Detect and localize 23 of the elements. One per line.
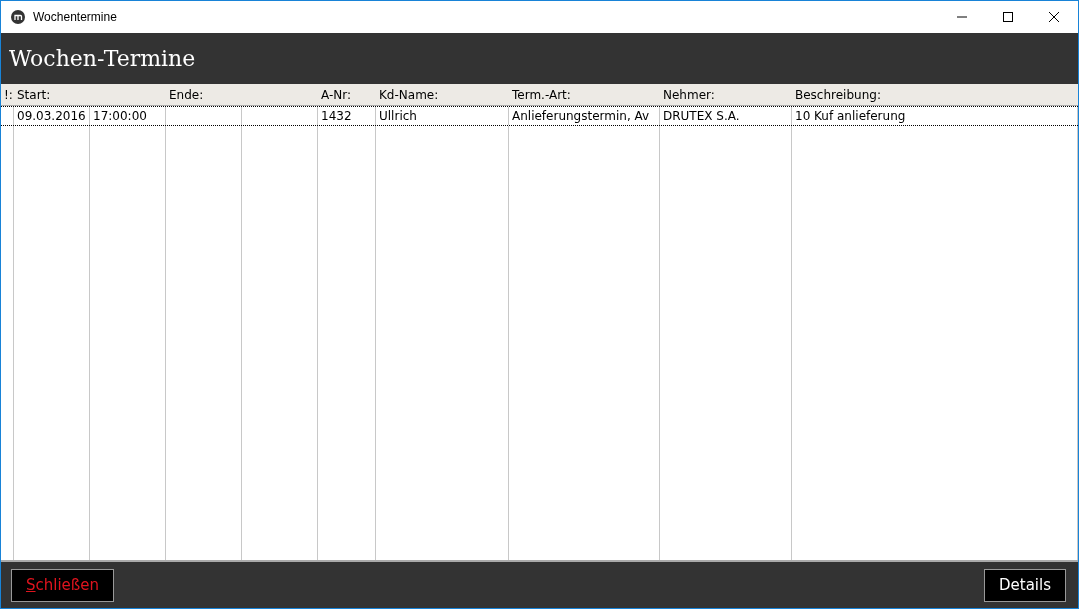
column-header: A-Nr: (320, 87, 353, 102)
column-header: Beschreibung: (794, 87, 882, 102)
close-button[interactable]: Schließen (11, 568, 115, 602)
column-header: Term.-Art: (511, 87, 572, 102)
column-header: Start: (16, 87, 52, 102)
window-title: Wochentermine (33, 10, 117, 24)
column-header: Ende: (168, 87, 205, 102)
table-cell: 10 Kuf anlieferung (792, 107, 1078, 125)
column-header: Nehmer: (662, 87, 716, 102)
page-heading: Wochen-Termine (9, 46, 196, 71)
table-cell: 1432 (318, 107, 376, 125)
column-header: Kd-Name: (378, 87, 440, 102)
maximize-icon[interactable] (1002, 11, 1014, 23)
table-cell: Ullrich (376, 107, 509, 125)
close-icon[interactable] (1048, 11, 1060, 23)
table-cell: 09.03.2016 (14, 107, 90, 125)
column-header: !: (3, 87, 14, 102)
app-logo-icon (11, 10, 25, 24)
details-button[interactable]: Details (984, 568, 1066, 602)
table-cell: Anlieferungstermin, Av (509, 107, 660, 125)
table-cell: 17:00:00 (90, 107, 166, 125)
table-cell: DRUTEX S.A. (660, 107, 792, 125)
table-row[interactable]: 09.03.2016 17:00:00 1432 Ullrich Anlieferungstermin, Av DRUTEX S.A. 10 Kuf anlieferung (1, 106, 1078, 126)
